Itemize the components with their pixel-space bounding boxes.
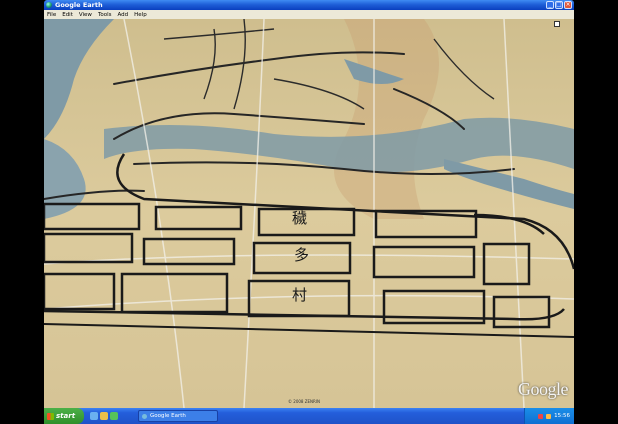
speaker-icon[interactable]	[546, 413, 552, 419]
historic-map-overlay	[44, 19, 574, 408]
close-button[interactable]: ×	[564, 1, 572, 9]
security-icon[interactable]	[538, 413, 544, 419]
menu-add[interactable]: Add	[118, 12, 129, 18]
ie-icon[interactable]	[90, 412, 98, 420]
folder-icon[interactable]	[100, 412, 108, 420]
menu-view[interactable]: View	[79, 12, 92, 18]
google-earth-icon	[46, 2, 52, 8]
media-icon[interactable]	[110, 412, 118, 420]
map-viewport[interactable]: 穢 多 村 Google © 2008 ZENRIN	[44, 19, 574, 408]
window-title: Google Earth	[55, 1, 103, 9]
google-earth-taskbar-icon	[142, 413, 147, 419]
start-label: start	[56, 412, 76, 420]
map-kanji-1: 穢	[292, 209, 308, 227]
start-button[interactable]: start	[44, 408, 84, 424]
windows-logo-icon	[47, 412, 54, 420]
menu-help[interactable]: Help	[134, 12, 147, 18]
quick-launch	[90, 412, 118, 420]
map-kanji-3: 村	[292, 286, 308, 304]
menu-file[interactable]: File	[47, 12, 56, 18]
clock: 15:56	[554, 413, 570, 419]
map-paper	[44, 19, 574, 408]
window-titlebar[interactable]: Google Earth _ □ ×	[44, 0, 574, 10]
system-tray: 15:56	[524, 408, 574, 424]
compass-icon[interactable]	[554, 21, 560, 27]
map-kanji-2: 多	[294, 246, 310, 264]
copyright-text: © 2008 ZENRIN	[288, 399, 320, 404]
menu-bar: File Edit View Tools Add Help	[44, 10, 574, 19]
taskbar-item-google-earth[interactable]: Google Earth	[138, 410, 218, 422]
taskbar-item-label: Google Earth	[150, 413, 186, 419]
menu-tools[interactable]: Tools	[98, 12, 112, 18]
window-controls: _ □ ×	[546, 1, 572, 9]
minimize-button[interactable]: _	[546, 1, 554, 9]
taskbar: start Google Earth 15:56	[44, 408, 574, 424]
google-logo: Google	[518, 379, 569, 399]
maximize-button[interactable]: □	[555, 1, 563, 9]
menu-edit[interactable]: Edit	[62, 12, 73, 18]
